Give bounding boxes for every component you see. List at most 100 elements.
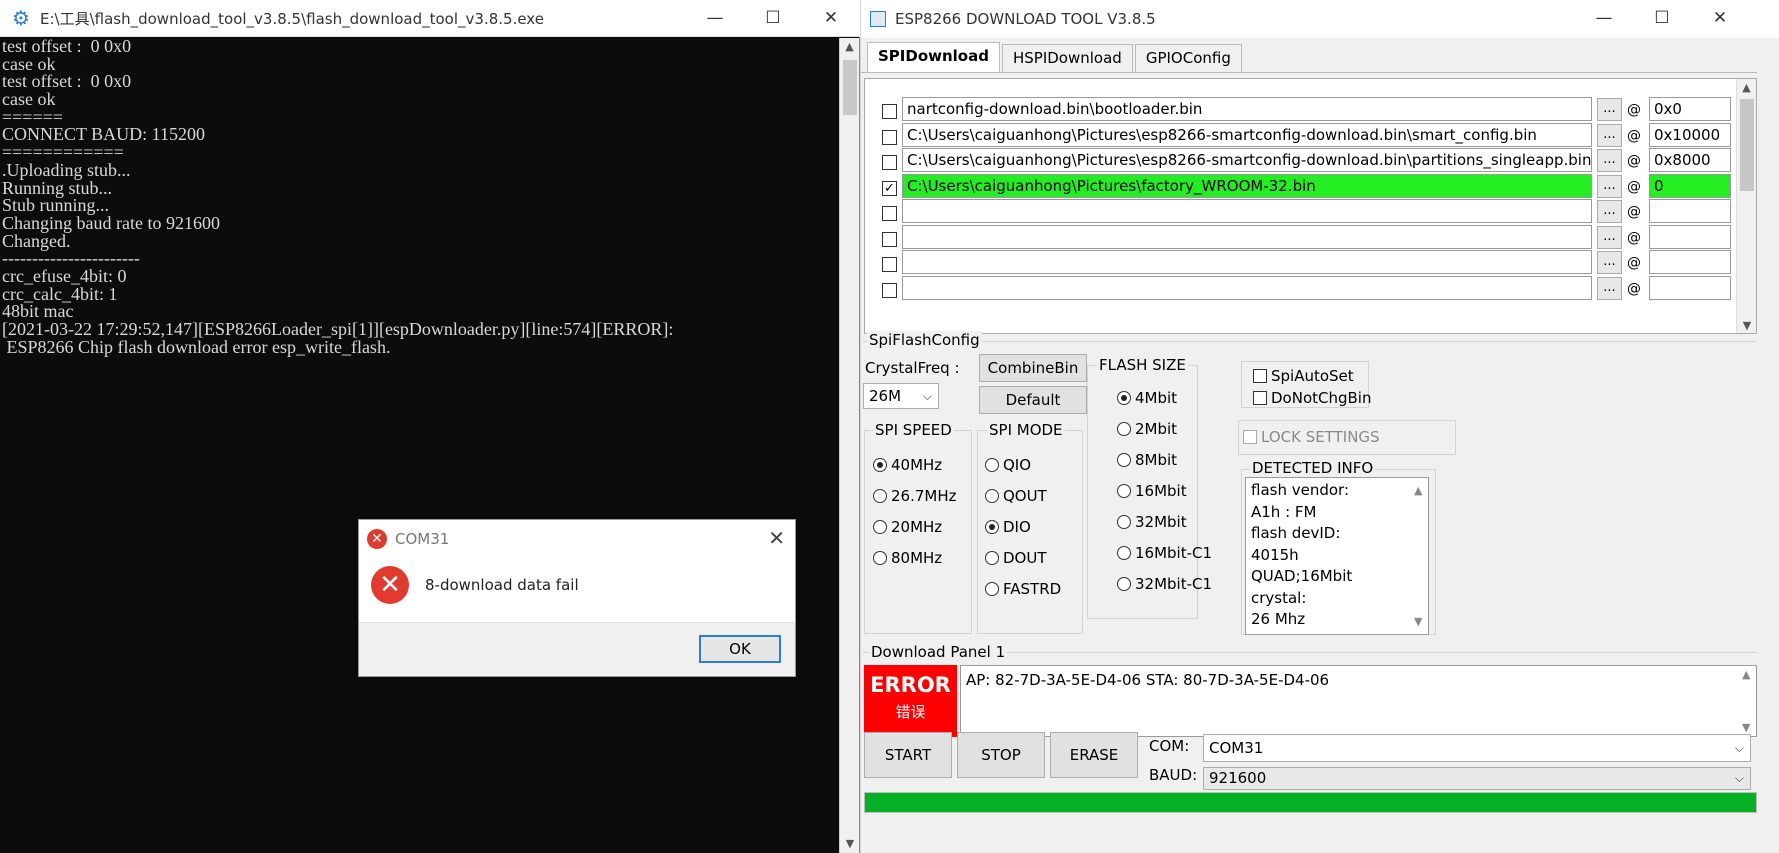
dialog-titlebar[interactable]: ✕ COM31 [359,520,795,557]
erase-button[interactable]: ERASE [1050,732,1138,778]
radio-dot [873,489,887,503]
file-path-input[interactable] [902,199,1592,223]
baud-select[interactable]: 921600 ⌵ [1203,767,1751,790]
offset-input[interactable] [1649,224,1731,249]
file-enable-checkbox[interactable] [882,206,897,221]
scrollbar-thumb[interactable] [843,60,857,115]
dialog-close-icon[interactable]: ✕ [768,526,785,550]
spi-speed-radio[interactable]: 40MHz [873,456,942,474]
spi-speed-radio[interactable]: 80MHz [873,549,942,567]
com-select[interactable]: COM31 ⌵ [1203,734,1751,762]
console-line: crc_efuse_4bit: 0 [2,265,127,286]
spi-speed-radio[interactable]: 26.7MHz [873,487,957,505]
download-log-text: AP: 82-7D-3A-5E-D4-06 STA: 80-7D-3A-5E-D… [966,671,1330,689]
close-icon[interactable]: ✕ [802,0,860,37]
maximize-icon[interactable]: ☐ [744,0,802,37]
scroll-up-icon[interactable]: ▲ [840,38,859,56]
scroll-down-icon[interactable]: ▼ [1414,611,1422,633]
minimize-icon[interactable]: — [1575,0,1633,37]
dialog-message: 8-download data fail [425,576,579,594]
download-progress-bar [864,792,1757,813]
spi-mode-option-label: QIO [1003,456,1032,474]
spi-mode-option-label: QOUT [1003,487,1047,505]
file-path-input[interactable] [902,275,1592,300]
offset-input[interactable]: 0x8000 [1649,148,1731,172]
ok-button[interactable]: OK [699,635,781,663]
file-path-input[interactable]: C:\Users\caiguanhong\Pictures\factory_WR… [902,173,1592,198]
start-button[interactable]: START [864,732,952,778]
flash-size-radio[interactable]: 16Mbit-C1 [1117,544,1212,562]
scroll-up-icon[interactable]: ▲ [1742,668,1750,681]
offset-input[interactable]: 0x0 [1649,97,1731,121]
flash-size-radio[interactable]: 32Mbit-C1 [1117,575,1212,593]
flash-size-radio[interactable]: 16Mbit [1117,482,1187,500]
offset-input[interactable] [1649,275,1731,300]
stop-button[interactable]: STOP [957,732,1045,778]
scroll-up-icon[interactable]: ▲ [1414,480,1422,502]
detected-info-line: flash devID: [1251,524,1341,542]
browse-button[interactable]: ... [1597,149,1622,172]
dialog-message-area: ✕ 8-download data fail [359,557,795,613]
file-path-input[interactable]: C:\Users\caiguanhong\Pictures\esp8266-sm… [902,148,1592,172]
tool-titlebar[interactable]: ESP8266 DOWNLOAD TOOL V3.8.5 — ☐ ✕ [861,0,1779,38]
file-path-input[interactable] [902,250,1592,274]
console-title: E:\工具\flash_download_tool_v3.8.5\flash_d… [40,9,544,28]
spi-mode-radio[interactable]: QOUT [985,487,1047,505]
do-not-chg-bin-checkbox[interactable]: DoNotChgBin [1253,389,1371,407]
flash-size-radio[interactable]: 32Mbit [1117,513,1187,531]
checkbox-box [1253,391,1267,405]
lock-settings-checkbox[interactable]: LOCK SETTINGS [1243,428,1380,446]
tool-window-scrollbar[interactable] [1757,42,1779,853]
spi-speed-radio[interactable]: 20MHz [873,518,942,536]
file-enable-checkbox[interactable] [882,231,897,247]
default-button[interactable]: Default [979,386,1087,414]
minimize-icon[interactable]: — [686,0,744,37]
browse-button[interactable]: ... [1597,123,1622,147]
flash-size-radio[interactable]: 4Mbit [1117,389,1177,407]
file-enable-checkbox[interactable]: ✓ [882,180,897,196]
browse-button[interactable]: ... [1597,251,1622,274]
download-log-scrollbar[interactable]: ▲ ▼ [1738,666,1756,736]
spi-mode-radio[interactable]: FASTRD [985,580,1061,598]
browse-button[interactable]: ... [1597,276,1622,300]
spi-mode-radio[interactable]: DIO [985,518,1031,536]
browse-button[interactable]: ... [1597,200,1622,223]
crystal-freq-select[interactable]: 26M ⌵ [863,383,939,409]
offset-input[interactable]: 0x10000 [1649,122,1731,147]
offset-input[interactable] [1649,250,1731,274]
spi-mode-radio[interactable]: DOUT [985,549,1047,567]
offset-input[interactable]: 0 [1649,173,1731,198]
file-enable-checkbox[interactable] [882,282,897,298]
flash-size-radio[interactable]: 8Mbit [1117,451,1177,469]
close-icon[interactable]: ✕ [1691,0,1749,37]
spi-auto-set-checkbox[interactable]: SpiAutoSet [1253,367,1354,385]
detected-info-scrollbar[interactable]: ▲ ▼ [1410,478,1428,634]
browse-button[interactable]: ... [1597,98,1622,121]
flash-size-option-label: 16Mbit [1135,482,1187,500]
scroll-down-icon[interactable]: ▼ [1737,317,1756,333]
scroll-down-icon[interactable]: ▼ [1742,721,1750,734]
browse-button[interactable]: ... [1597,174,1622,198]
tab-gpioconfig[interactable]: GPIOConfig [1134,44,1242,72]
maximize-icon[interactable]: ☐ [1633,0,1691,37]
console-titlebar[interactable]: ⚙ E:\工具\flash_download_tool_v3.8.5\flash… [0,0,860,37]
file-enable-checkbox[interactable] [882,129,897,145]
combine-bin-button[interactable]: CombineBin [979,354,1087,382]
file-enable-checkbox[interactable] [882,155,897,170]
file-path-input[interactable]: C:\Users\caiguanhong\Pictures\esp8266-sm… [902,122,1592,147]
browse-button[interactable]: ... [1597,225,1622,249]
spi-flash-config-label: SpiFlashConfig [867,331,982,349]
file-enable-checkbox[interactable] [882,104,897,119]
file-path-input[interactable]: nartconfig-download.bin\bootloader.bin [902,97,1592,121]
flash-size-radio[interactable]: 2Mbit [1117,420,1177,438]
console-line: test offset : 0 0x0 [2,38,132,56]
offset-input[interactable] [1649,199,1731,223]
download-log[interactable]: AP: 82-7D-3A-5E-D4-06 STA: 80-7D-3A-5E-D… [960,665,1757,737]
file-enable-checkbox[interactable] [882,257,897,272]
file-path-input[interactable] [902,224,1592,249]
console-scrollbar[interactable]: ▲ ▼ [839,38,859,853]
spi-mode-radio[interactable]: QIO [985,456,1031,474]
scroll-down-icon[interactable]: ▼ [840,835,860,853]
tab-hspidownload[interactable]: HSPIDownload [1001,44,1133,72]
tab-spidownload[interactable]: SPIDownload [867,42,1000,72]
